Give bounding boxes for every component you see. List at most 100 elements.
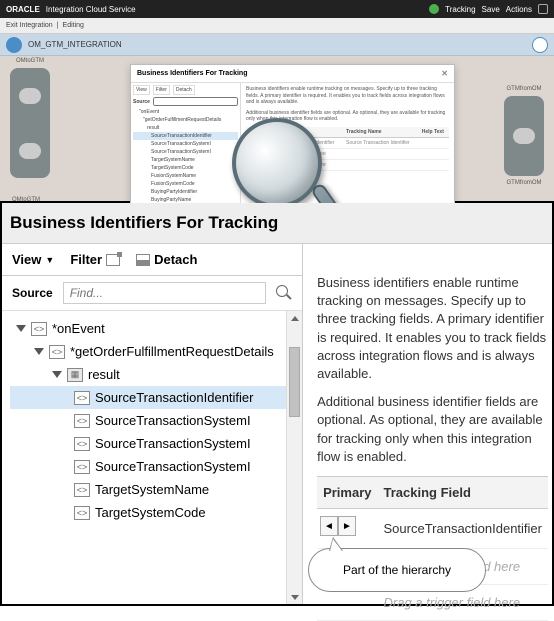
vertical-scrollbar[interactable]	[286, 311, 302, 604]
group-icon: ▦	[67, 368, 83, 382]
col-primary: Primary	[317, 476, 377, 508]
brand: ORACLE	[6, 5, 40, 14]
col-name: Tracking Name	[344, 127, 420, 138]
tree-node[interactable]: <>SourceTransactionSystemI	[10, 409, 302, 432]
cloud-icon	[19, 88, 41, 104]
tree-node[interactable]: SourceTransactionSystemI	[133, 148, 238, 156]
actions-link[interactable]: Actions	[506, 5, 532, 14]
exit-integration-link[interactable]: Exit Integration	[6, 22, 53, 29]
integration-name: OM_GTM_INTEGRATION	[28, 40, 122, 49]
modal-title: Business Identifiers For Tracking	[137, 70, 247, 77]
source-tree[interactable]: <>*onEvent <>*getOrderFulfillmentRequest…	[2, 311, 302, 604]
source-label: OMtoGTM	[10, 58, 50, 64]
col-field: Tracking Field	[378, 476, 549, 508]
xml-element-icon: <>	[74, 460, 90, 474]
target-label-bottom: GTMfromOM	[504, 180, 544, 186]
toolbar: View ▼ Filter Detach	[2, 244, 302, 276]
modal-table-panel: Business identifiers enable runtime trac…	[241, 83, 454, 208]
col-field: Tracking Field	[271, 127, 344, 138]
chevron-down-icon[interactable]	[16, 325, 26, 332]
table-row[interactable]: ● SourceTransactionIdentifier Source Tra…	[246, 137, 449, 148]
xml-element-icon: <>	[49, 345, 65, 359]
tree-node[interactable]: <>TargetSystemName	[10, 478, 302, 501]
find-input[interactable]	[153, 97, 238, 106]
tree-node[interactable]: "getOrderFulfillmentRequestDetails	[133, 116, 238, 124]
source-endpoint[interactable]: OMtoGTM	[10, 68, 50, 178]
field-cell: SourceTransactionIdentifier	[378, 508, 549, 548]
chevron-down-icon[interactable]	[34, 348, 44, 355]
save-link[interactable]: Save	[482, 5, 500, 14]
tree-column: View ▼ Filter Detach Source <>*onEvent <…	[2, 244, 303, 604]
tree-node-selected[interactable]: <>SourceTransactionIdentifier	[10, 386, 290, 409]
filter-button[interactable]: Filter	[70, 252, 120, 267]
status-dot-icon	[429, 4, 439, 14]
search-icon[interactable]	[276, 285, 292, 301]
close-icon[interactable]: ✕	[441, 69, 448, 78]
tree-node[interactable]: result	[133, 124, 238, 132]
source-filter-row: Source	[2, 276, 302, 311]
background-screenshot: ORACLE Integration Cloud Service Trackin…	[0, 0, 554, 203]
chevron-down-icon[interactable]	[52, 371, 62, 378]
view-button[interactable]: View ▼	[12, 252, 54, 267]
desc-text2: Additional business identifier fields ar…	[317, 393, 548, 466]
tree-node[interactable]: TargetSystemCode	[133, 164, 238, 172]
horizontal-scroll-nav: ◄ ►	[320, 516, 356, 536]
modal-tree-panel: View Filter Detach Source "onEvent "getO…	[131, 83, 241, 208]
tracking-table: Primary Tracking Field Tracking Name Hel…	[246, 127, 449, 171]
detach-icon	[136, 254, 150, 266]
cloud-icon	[513, 128, 535, 144]
target-endpoint[interactable]: GTMfromOM GTMfromOM	[504, 96, 544, 176]
filter-icon	[106, 254, 120, 266]
source-tree[interactable]: "onEvent "getOrderFulfillmentRequestDeta…	[133, 108, 238, 204]
find-input[interactable]	[63, 282, 266, 304]
table-row[interactable]: Drag a trigger field here	[246, 159, 449, 170]
detach-button[interactable]: Detach	[136, 252, 197, 267]
zoom-icon[interactable]	[532, 37, 548, 53]
desc-text: Business identifiers enable runtime trac…	[317, 274, 548, 383]
tree-node[interactable]: FusionSystemCode	[133, 180, 238, 188]
cloud-icon	[19, 143, 41, 159]
scroll-up-icon[interactable]	[287, 311, 302, 325]
integration-icon	[6, 37, 22, 53]
tree-node[interactable]: <>*onEvent	[10, 317, 302, 340]
tree-node[interactable]: <>*getOrderFulfillmentRequestDetails	[10, 340, 302, 363]
zoomed-panel: Business Identifiers For Tracking View ▼…	[0, 203, 554, 606]
integration-canvas: OMtoGTM OMtoGTM GTMfromOM GTMfromOM Busi…	[0, 56, 554, 203]
tree-node[interactable]: <>TargetSystemCode	[10, 501, 302, 524]
help-icon[interactable]	[538, 4, 548, 14]
scroll-thumb[interactable]	[289, 347, 300, 417]
tree-node[interactable]: "onEvent	[133, 108, 238, 116]
integration-bar: OM_GTM_INTEGRATION	[0, 34, 554, 56]
product: Integration Cloud Service	[46, 5, 136, 14]
breadcrumb: Exit Integration | Editing	[0, 18, 554, 34]
tracking-link[interactable]: Tracking	[445, 5, 475, 14]
tree-node[interactable]: BuyingPartyIdentifier	[133, 188, 238, 196]
xml-element-icon: <>	[74, 506, 90, 520]
table-row[interactable]: Drag a trigger field here	[246, 148, 449, 159]
col-primary: Primary	[246, 127, 271, 138]
tree-node[interactable]: ▦result	[10, 363, 302, 386]
tree-node[interactable]: SourceTransactionIdentifier	[133, 132, 238, 140]
tree-node[interactable]: TargetSystemName	[133, 156, 238, 164]
filter-button[interactable]: Filter	[153, 85, 170, 95]
xml-element-icon: <>	[74, 391, 90, 405]
target-label: GTMfromOM	[504, 86, 544, 92]
tree-node[interactable]: FusionSystemName	[133, 172, 238, 180]
mode-label: Editing	[63, 22, 84, 29]
tree-node[interactable]: SourceTransactionSystemI	[133, 140, 238, 148]
tree-node[interactable]: <>SourceTransactionSystemI	[10, 455, 302, 478]
detach-button[interactable]: Detach	[173, 85, 195, 95]
xml-element-icon: <>	[74, 414, 90, 428]
scroll-left-button[interactable]: ◄	[320, 516, 338, 536]
col-help: Help Text	[420, 127, 449, 138]
view-button[interactable]: View	[133, 85, 150, 95]
source-label: Source	[133, 99, 150, 105]
panel-title: Business Identifiers For Tracking	[2, 203, 552, 244]
scroll-down-icon[interactable]	[287, 590, 302, 604]
callout-text: Part of the hierarchy	[343, 563, 451, 577]
source-label: Source	[12, 286, 53, 300]
tree-node[interactable]: <>SourceTransactionSystemI	[10, 432, 302, 455]
desc-text: Business identifiers enable runtime trac…	[246, 86, 449, 106]
scroll-right-button[interactable]: ►	[338, 516, 356, 536]
callout-bubble: Part of the hierarchy	[308, 548, 486, 592]
